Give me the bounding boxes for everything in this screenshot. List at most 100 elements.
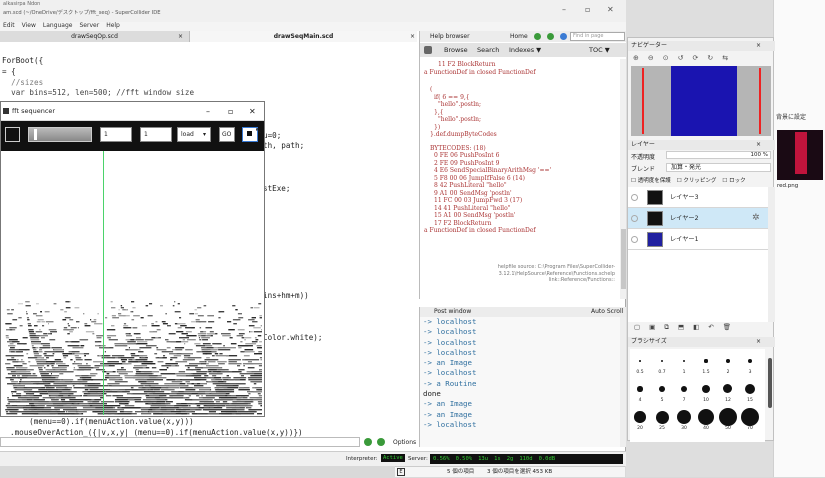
tab-browse[interactable]: Browse <box>444 43 468 57</box>
maximize-icon[interactable]: ▫ <box>585 5 590 14</box>
brush-size-dot[interactable] <box>634 411 646 423</box>
options-button[interactable]: Options <box>393 439 416 446</box>
find-input[interactable]: Find in page <box>570 32 625 41</box>
level-slider[interactable] <box>28 127 92 142</box>
blend-select[interactable]: 加算・発光 <box>666 163 771 172</box>
brush-size-dot[interactable] <box>683 360 686 363</box>
new-layer-icon[interactable]: ▢ <box>634 323 640 332</box>
interpreter-state[interactable]: Active <box>381 454 405 462</box>
rotate-right-icon[interactable]: ↻ <box>707 54 713 64</box>
undo-icon[interactable]: ↶ <box>708 323 713 332</box>
lock-checkbox[interactable]: ☐ ロック <box>722 176 745 184</box>
close-icon[interactable]: ✕ <box>249 102 256 121</box>
color-swatch[interactable] <box>5 127 20 142</box>
minimize-icon[interactable]: – <box>562 5 566 14</box>
merge-icon[interactable]: ⬒ <box>678 323 684 332</box>
layer-item[interactable]: レイヤー1 <box>628 229 768 250</box>
gear-icon[interactable]: ✲ <box>752 208 760 229</box>
brush-size-dot[interactable] <box>639 360 641 362</box>
file-name[interactable]: red.png <box>777 183 798 189</box>
brush-size-dot[interactable] <box>702 385 710 393</box>
menu-view[interactable]: View <box>22 22 36 31</box>
autoscroll-toggle[interactable]: Auto Scroll <box>591 307 623 317</box>
tab-drawseqop[interactable]: drawSeqOp.scd × <box>0 31 190 42</box>
zoom-in-icon[interactable]: ⊕ <box>633 54 639 64</box>
navigator-preview[interactable] <box>631 66 771 136</box>
spectrogram-stroke <box>134 365 147 366</box>
spectrogram-stroke <box>6 367 14 368</box>
layer-item-selected[interactable]: レイヤー2 ✲ <box>628 208 768 229</box>
layer-item[interactable]: レイヤー3 <box>628 187 768 208</box>
zoom-fit-icon[interactable]: ⊙ <box>663 54 669 64</box>
go-button[interactable]: GO <box>219 127 235 142</box>
reload-icon[interactable] <box>560 33 567 40</box>
load-dropdown[interactable]: load ▾ <box>177 127 211 142</box>
tab-search[interactable]: Search <box>477 43 499 57</box>
tab-drawseqmain[interactable]: drawSeqMain.scd × <box>190 31 417 42</box>
menu-edit[interactable]: Edit <box>3 22 15 31</box>
brush-size-dot[interactable] <box>681 386 688 393</box>
rotate-left-icon[interactable]: ↺ <box>678 54 684 64</box>
brush-size-dot[interactable] <box>637 386 642 391</box>
brush-size-dot[interactable] <box>719 408 737 426</box>
brush-size-dot[interactable] <box>661 360 663 362</box>
scrollbar[interactable] <box>768 187 775 322</box>
set-background-label[interactable]: 背景に設定 <box>776 112 806 121</box>
back-icon[interactable] <box>534 33 541 40</box>
command-line[interactable] <box>0 437 360 447</box>
protect-alpha-checkbox[interactable]: ☐ 透明度を保護 <box>631 176 671 184</box>
flip-icon[interactable]: ⇆ <box>722 54 728 64</box>
brush-size-dot[interactable] <box>659 386 665 392</box>
visibility-icon[interactable] <box>631 215 638 222</box>
zoom-out-icon[interactable]: ⊖ <box>648 54 654 64</box>
visibility-icon[interactable] <box>631 236 638 243</box>
field-2-input[interactable]: 1 <box>140 127 172 142</box>
home-button[interactable]: Home <box>510 31 528 42</box>
field-1-input[interactable]: 1 <box>100 127 132 142</box>
close-icon[interactable]: × <box>178 31 183 42</box>
menu-help[interactable]: Help <box>106 22 120 31</box>
playhead[interactable] <box>103 151 104 415</box>
brush-size-dot[interactable] <box>723 384 732 393</box>
brush-size-dot[interactable] <box>726 359 730 363</box>
maximize-icon[interactable]: ▫ <box>228 102 233 121</box>
scrollbar-thumb[interactable] <box>768 358 772 408</box>
close-icon[interactable]: × <box>410 31 415 42</box>
back-icon[interactable] <box>364 438 372 446</box>
close-icon[interactable]: × <box>756 41 761 51</box>
brush-size-dot[interactable] <box>704 359 707 362</box>
brush-size-dot[interactable] <box>677 410 691 424</box>
image-thumbnail[interactable] <box>777 130 823 180</box>
opacity-slider[interactable]: 100 % <box>666 151 771 159</box>
toc-button[interactable]: TOC ▼ <box>589 43 610 57</box>
server-stats[interactable]: 0.56% 0.50% 13u 1s 2g 110d 0.0dB <box>430 454 623 464</box>
close-icon[interactable]: ✕ <box>607 5 614 14</box>
brush-size-dot[interactable] <box>745 384 755 394</box>
rotate-reset-icon[interactable]: ⟳ <box>693 54 699 64</box>
spectrogram-canvas[interactable] <box>5 151 262 415</box>
copy-layer-icon[interactable]: ⧉ <box>664 323 669 332</box>
brush-size-dot[interactable] <box>748 359 753 364</box>
tab-indexes[interactable]: Indexes ▼ <box>509 43 541 57</box>
forward-icon[interactable] <box>377 438 385 446</box>
brush-size-dot[interactable] <box>741 408 759 426</box>
brush-size-dot[interactable] <box>698 409 714 425</box>
menu-language[interactable]: Language <box>43 22 73 31</box>
close-icon[interactable]: × <box>756 140 761 150</box>
visibility-icon[interactable] <box>631 194 638 201</box>
delete-icon[interactable]: 🗑 <box>723 323 731 332</box>
spectrogram-stroke <box>249 331 250 332</box>
brush-size-dot[interactable] <box>656 411 669 424</box>
menu-server[interactable]: Server <box>80 22 100 31</box>
new-folder-icon[interactable]: ▣ <box>649 323 655 332</box>
slider-handle[interactable] <box>34 129 37 140</box>
spectrogram-stroke <box>219 391 226 392</box>
forward-icon[interactable] <box>547 33 554 40</box>
clipping-checkbox[interactable]: ☐ クリッピング <box>677 176 717 184</box>
close-icon[interactable]: × <box>756 337 761 347</box>
spectrogram-stroke <box>136 337 141 338</box>
post-output[interactable]: -> localhost -> localhost -> localhost -… <box>420 317 620 447</box>
mask-icon[interactable]: ◧ <box>693 323 699 332</box>
minimize-icon[interactable]: – <box>206 102 210 121</box>
spectrogram-stroke <box>50 413 59 414</box>
